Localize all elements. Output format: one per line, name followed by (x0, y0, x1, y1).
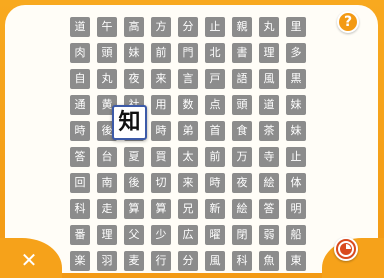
kanji-tile[interactable]: 来 (151, 69, 171, 89)
kanji-tile[interactable]: 麦 (124, 251, 144, 271)
kanji-grid: 道午高方分止親丸里肉頭妹前門北書理多自丸夜来言戸語風黒通黄社用数点頭道妹時後知時… (70, 17, 309, 271)
kanji-tile[interactable]: 閉 (232, 225, 252, 245)
kanji-tile[interactable]: 万 (232, 147, 252, 167)
kanji-tile[interactable]: 夜 (232, 173, 252, 193)
kanji-tile[interactable]: 明 (286, 199, 306, 219)
kanji-tile[interactable]: 科 (232, 251, 252, 271)
kanji-tile[interactable]: 理 (97, 225, 117, 245)
kanji-tile[interactable]: 科 (70, 199, 90, 219)
kanji-tile[interactable]: 食 (232, 121, 252, 141)
close-button[interactable]: ✕ (19, 250, 39, 270)
timer-indicator (334, 237, 358, 261)
selected-kanji-char: 知 (118, 110, 141, 135)
kanji-tile[interactable]: 時 (205, 173, 225, 193)
kanji-tile[interactable]: 門 (178, 43, 198, 63)
kanji-tile[interactable]: 風 (259, 69, 279, 89)
kanji-tile[interactable]: 分 (178, 17, 198, 37)
kanji-tile[interactable]: 北 (205, 43, 225, 63)
kanji-tile[interactable]: 番 (70, 225, 90, 245)
kanji-tile[interactable]: 算 (124, 199, 144, 219)
kanji-tile[interactable]: 新 (205, 199, 225, 219)
kanji-tile[interactable]: 丸 (97, 69, 117, 89)
kanji-tile[interactable]: 曜 (205, 225, 225, 245)
close-icon: ✕ (20, 248, 38, 272)
kanji-tile[interactable]: 前 (151, 43, 171, 63)
kanji-tile[interactable]: 用 (151, 95, 171, 115)
kanji-tile[interactable]: 広 (178, 225, 198, 245)
kanji-tile[interactable]: 首 (205, 121, 225, 141)
kanji-tile[interactable]: 少 (151, 225, 171, 245)
kanji-tile[interactable]: 午 (97, 17, 117, 37)
kanji-tile[interactable]: 南 (97, 173, 117, 193)
kanji-tile[interactable]: 兄 (178, 199, 198, 219)
kanji-tile[interactable]: 時 (70, 121, 90, 141)
kanji-tile[interactable]: 父 (124, 225, 144, 245)
kanji-tile[interactable]: 楽 (70, 251, 90, 271)
kanji-tile[interactable]: 茶 (259, 121, 279, 141)
kanji-tile[interactable]: 風 (205, 251, 225, 271)
kanji-tile[interactable]: 算 (151, 199, 171, 219)
kanji-tile[interactable]: 弟 (178, 121, 198, 141)
kanji-tile[interactable]: 船 (286, 225, 306, 245)
kanji-tile[interactable]: 点 (205, 95, 225, 115)
kanji-tile[interactable]: 自 (70, 69, 90, 89)
kanji-tile[interactable]: 絵 (232, 199, 252, 219)
kanji-tile[interactable]: 東 (286, 251, 306, 271)
kanji-tile[interactable]: 里 (286, 17, 306, 37)
kanji-tile[interactable]: 来 (178, 173, 198, 193)
kanji-tile[interactable]: 道 (70, 17, 90, 37)
kanji-tile[interactable]: 羽 (97, 251, 117, 271)
kanji-tile[interactable]: 寺 (259, 147, 279, 167)
kanji-tile[interactable]: 方 (151, 17, 171, 37)
kanji-tile[interactable]: 走 (97, 199, 117, 219)
kanji-tile[interactable]: 時 (151, 121, 171, 141)
kanji-tile[interactable]: 答 (259, 199, 279, 219)
kanji-tile[interactable]: 魚 (259, 251, 279, 271)
kanji-tile[interactable]: 夜 (124, 69, 144, 89)
kanji-tile[interactable]: 理 (259, 43, 279, 63)
kanji-tile[interactable]: 語 (232, 69, 252, 89)
kanji-tile[interactable]: 太 (178, 147, 198, 167)
kanji-tile[interactable]: 道 (259, 95, 279, 115)
kanji-tile[interactable]: 妹 (286, 121, 306, 141)
kanji-tile[interactable]: 行 (151, 251, 171, 271)
kanji-tile[interactable]: 頭 (232, 95, 252, 115)
kanji-tile[interactable]: 弱 (259, 225, 279, 245)
kanji-tile[interactable]: 黒 (286, 69, 306, 89)
kanji-tile[interactable]: 妹 (124, 43, 144, 63)
question-icon: ? (343, 14, 353, 30)
kanji-tile[interactable]: 夏 (124, 147, 144, 167)
kanji-tile[interactable]: 止 (205, 17, 225, 37)
kanji-tile[interactable]: 親 (232, 17, 252, 37)
selected-kanji-tile[interactable]: 知 (112, 105, 147, 140)
kanji-tile[interactable]: 高 (124, 17, 144, 37)
kanji-tile[interactable]: 絵 (259, 173, 279, 193)
kanji-tile[interactable]: 買 (151, 147, 171, 167)
kanji-tile[interactable]: 肉 (70, 43, 90, 63)
kanji-tile[interactable]: 止 (286, 147, 306, 167)
kanji-tile[interactable]: 回 (70, 173, 90, 193)
kanji-tile[interactable]: 数 (178, 95, 198, 115)
kanji-tile[interactable]: 体 (286, 173, 306, 193)
kanji-tile[interactable]: 妹 (286, 95, 306, 115)
kanji-tile[interactable]: 言 (178, 69, 198, 89)
kanji-tile[interactable]: 書 (232, 43, 252, 63)
clock-icon (338, 241, 354, 257)
kanji-tile[interactable]: 通 (70, 95, 90, 115)
kanji-tile[interactable]: 切 (151, 173, 171, 193)
kanji-tile[interactable]: 頭 (97, 43, 117, 63)
kanji-tile[interactable]: 後 (124, 173, 144, 193)
kanji-tile[interactable]: 答 (70, 147, 90, 167)
kanji-tile[interactable]: 丸 (259, 17, 279, 37)
kanji-tile[interactable]: 台 (97, 147, 117, 167)
kanji-tile[interactable]: 多 (286, 43, 306, 63)
kanji-tile[interactable]: 戸 (205, 69, 225, 89)
kanji-tile[interactable]: 前 (205, 147, 225, 167)
kanji-tile[interactable]: 分 (178, 251, 198, 271)
help-button[interactable]: ? (337, 11, 359, 33)
